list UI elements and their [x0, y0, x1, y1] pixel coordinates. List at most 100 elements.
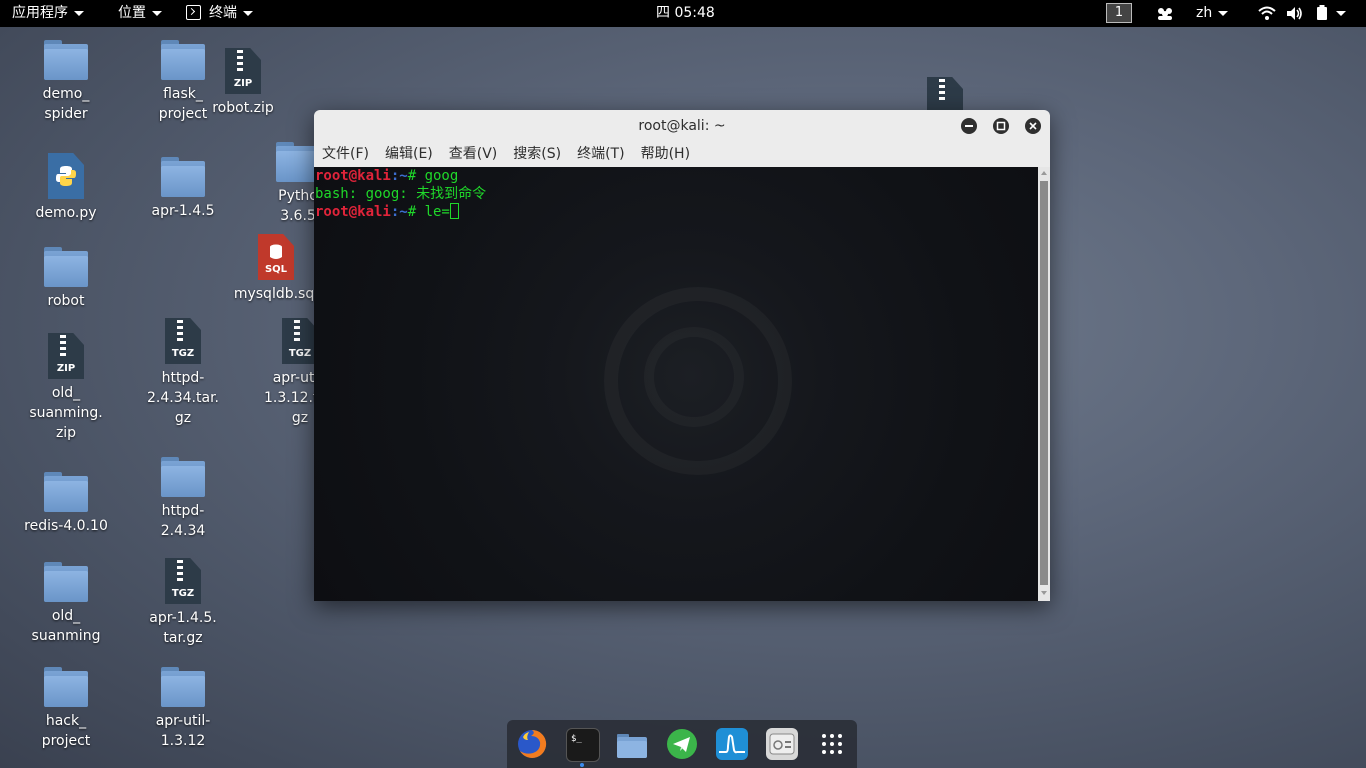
desktop-file[interactable]: TGZ apr-1.4.5. tar.gz — [133, 558, 233, 648]
dock: $_ — [507, 720, 857, 768]
desktop-file[interactable]: demo.py — [16, 153, 116, 223]
minimize-button[interactable] — [961, 118, 977, 134]
scroll-down-icon[interactable] — [1041, 591, 1047, 595]
folder-icon — [161, 457, 205, 497]
menu-search[interactable]: 搜索(S) — [505, 142, 569, 166]
language-label: zh — [1196, 5, 1213, 21]
language-selector[interactable]: zh — [1196, 0, 1229, 27]
system-menu[interactable] — [1336, 0, 1346, 27]
desktop-folder[interactable]: robot — [16, 247, 116, 311]
users-icon[interactable] — [1156, 0, 1174, 27]
workspace-indicator[interactable]: 1 — [1106, 0, 1132, 27]
wifi-icon[interactable] — [1258, 0, 1276, 27]
tgz-file-icon: TGZ — [282, 318, 318, 364]
telegram-icon[interactable] — [666, 728, 698, 760]
text-cursor — [449, 203, 459, 219]
menu-view[interactable]: 查看(V) — [441, 142, 506, 166]
applications-menu[interactable]: 应用程序 — [12, 0, 84, 27]
desktop-icon-label: old_ suanming — [31, 608, 101, 644]
terminal-app-menu[interactable]: 终端 — [186, 0, 253, 27]
scrollbar-thumb[interactable] — [1040, 181, 1048, 585]
window-title[interactable]: root@kali: ~ — [314, 110, 1050, 142]
python-file-icon — [48, 153, 84, 199]
running-indicator — [580, 763, 584, 767]
sql-file-icon: SQL — [258, 234, 294, 280]
desktop-icon-label: apr-1.4.5. tar.gz — [149, 610, 217, 646]
desktop-icon-label: demo_ spider — [42, 86, 90, 122]
desktop-icon-label: old_ suanming. zip — [29, 385, 103, 441]
desktop-icon-label: robot — [47, 293, 85, 309]
chevron-down-icon — [243, 10, 253, 16]
desktop-icon-label: httpd- 2.4.34 — [160, 503, 206, 539]
terminal-output[interactable]: root@kali:~# goog bash: goog: 未找到命令 root… — [314, 167, 1038, 601]
battery-icon[interactable] — [1316, 0, 1328, 27]
settings-icon[interactable] — [766, 728, 798, 760]
desktop-folder[interactable]: httpd- 2.4.34 — [133, 457, 233, 541]
menu-edit[interactable]: 编辑(E) — [377, 142, 441, 166]
terminal-line: root@kali:~# goog — [315, 168, 459, 184]
desktop-icon-label: robot.zip — [212, 100, 274, 116]
terminal-app-label: 终端 — [209, 5, 237, 21]
menu-terminal[interactable]: 终端(T) — [569, 142, 632, 166]
files-icon[interactable] — [616, 728, 648, 760]
maximize-button[interactable] — [993, 118, 1009, 134]
folder-icon — [161, 157, 205, 197]
app-grid-icon[interactable] — [816, 728, 848, 760]
tgz-file-icon: TGZ — [165, 318, 201, 364]
places-label: 位置 — [118, 5, 146, 21]
maximize-icon — [996, 121, 1006, 131]
desktop-folder[interactable]: apr-1.4.5 — [133, 157, 233, 221]
desktop-icon-label: hack_ project — [41, 713, 91, 749]
desktop-folder[interactable]: old_ suanming — [16, 562, 116, 646]
desktop-folder[interactable]: hack_ project — [16, 667, 116, 751]
clock[interactable]: 四 05:48 — [656, 0, 715, 27]
volume-icon[interactable] — [1286, 0, 1304, 27]
folder-icon — [44, 472, 88, 512]
chevron-down-icon — [152, 10, 162, 16]
desktop-folder[interactable]: redis-4.0.10 — [16, 472, 116, 536]
folder-icon — [161, 667, 205, 707]
workspace-number: 1 — [1106, 3, 1132, 23]
wireshark-icon[interactable] — [716, 728, 748, 760]
scroll-up-icon[interactable] — [1041, 171, 1047, 175]
zip-file-icon: ZIP — [225, 48, 261, 94]
desktop-icon-label: apr-1.4.5 — [151, 203, 215, 219]
terminal-icon[interactable]: $_ — [566, 728, 600, 762]
zip-file-icon: ZIP — [48, 333, 84, 379]
desktop-file[interactable]: SQL mysqldb.sql — [226, 234, 326, 304]
menu-bar: 文件(F) 编辑(E) 查看(V) 搜索(S) 终端(T) 帮助(H) — [314, 142, 1050, 166]
kali-swirl-watermark — [644, 327, 744, 427]
chevron-down-icon — [1218, 10, 1229, 16]
desktop-icon-label: redis-4.0.10 — [24, 518, 108, 534]
applications-label: 应用程序 — [12, 5, 68, 21]
menu-file[interactable]: 文件(F) — [314, 142, 377, 166]
terminal-icon — [186, 5, 201, 20]
desktop-icon-label: apr-util- 1.3.12 — [155, 713, 211, 749]
chevron-down-icon — [1336, 10, 1346, 16]
desktop-icon-label: mysqldb.sql — [233, 286, 319, 302]
places-menu[interactable]: 位置 — [118, 0, 162, 27]
firefox-icon[interactable] — [516, 728, 548, 760]
svg-text:$_: $_ — [571, 734, 582, 744]
desktop-icon-label: demo.py — [35, 205, 97, 221]
desktop-folder[interactable]: demo_ spider — [16, 40, 116, 124]
terminal-line: bash: goog: 未找到命令 — [315, 186, 487, 202]
desktop-folder[interactable]: apr-util- 1.3.12 — [133, 667, 233, 751]
folder-icon — [44, 667, 88, 707]
folder-icon — [44, 247, 88, 287]
terminal-scrollbar[interactable] — [1038, 167, 1050, 601]
terminal-line: root@kali:~# le= — [314, 203, 1038, 221]
menu-help[interactable]: 帮助(H) — [633, 142, 698, 166]
desktop-file[interactable]: ZIP old_ suanming. zip — [16, 333, 116, 443]
tgz-file-icon: TGZ — [165, 558, 201, 604]
top-bar: 应用程序 位置 终端 四 05:48 1 zh — [0, 0, 1366, 27]
desktop-file[interactable]: TGZ httpd- 2.4.34.tar. gz — [133, 318, 233, 428]
desktop-file[interactable]: ZIP robot.zip — [193, 48, 293, 118]
close-button[interactable] — [1025, 118, 1041, 134]
chevron-down-icon — [74, 10, 84, 16]
folder-icon — [44, 562, 88, 602]
terminal-window: root@kali: ~ 文件(F) 编辑(E) 查看(V) 搜索(S) 终端(T) 帮助… — [314, 110, 1050, 601]
desktop-icon-label: httpd- 2.4.34.tar. gz — [147, 370, 219, 426]
folder-icon — [44, 40, 88, 80]
close-icon — [1029, 122, 1037, 130]
